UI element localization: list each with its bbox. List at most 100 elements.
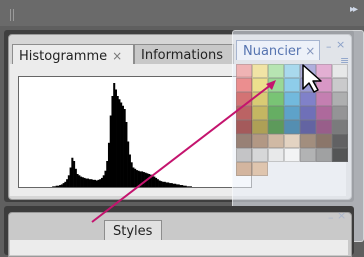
color-swatch[interactable]: [332, 148, 348, 162]
color-swatch[interactable]: [252, 106, 268, 120]
histogram-bar: [95, 180, 98, 187]
color-swatch[interactable]: [332, 78, 348, 92]
histogram-bar: [175, 184, 179, 187]
histogram-bar: [59, 185, 62, 187]
histogram-bar: [104, 170, 107, 187]
color-swatch[interactable]: [284, 134, 300, 148]
histogram-bar: [92, 179, 95, 187]
swatch-grid: [236, 64, 348, 182]
histogram-bar: [62, 183, 65, 187]
histogram-bar: [74, 168, 77, 187]
color-swatch[interactable]: [300, 134, 316, 148]
histogram-bar: [57, 185, 60, 187]
color-swatch[interactable]: [236, 78, 252, 92]
color-swatch[interactable]: [236, 120, 252, 134]
grip-handle[interactable]: [10, 9, 16, 21]
close-panel-icon[interactable]: ×: [336, 38, 345, 51]
color-swatch[interactable]: [316, 148, 332, 162]
color-swatch[interactable]: [284, 120, 300, 134]
minimize-icon[interactable]: –: [328, 211, 334, 224]
histogram-bar: [156, 179, 159, 187]
histogram-bar: [127, 141, 130, 187]
color-swatch[interactable]: [252, 148, 268, 162]
close-panel-icon[interactable]: ×: [337, 209, 346, 222]
color-swatch[interactable]: [236, 148, 252, 162]
color-swatch[interactable]: [252, 134, 268, 148]
color-swatch[interactable]: [300, 120, 316, 134]
color-swatch[interactable]: [284, 148, 300, 162]
color-swatch[interactable]: [268, 148, 284, 162]
color-swatch[interactable]: [268, 106, 284, 120]
color-swatch[interactable]: [300, 92, 316, 106]
color-swatch[interactable]: [268, 78, 284, 92]
histogram-bar: [146, 173, 149, 187]
histogram-bar: [128, 154, 131, 187]
color-swatch[interactable]: [236, 134, 252, 148]
color-swatch[interactable]: [268, 92, 284, 106]
color-swatch[interactable]: [252, 64, 268, 78]
color-swatch[interactable]: [332, 134, 348, 148]
histogram-bar: [158, 180, 161, 187]
tab-styles[interactable]: Styles: [104, 220, 162, 241]
color-swatch[interactable]: [284, 92, 300, 106]
histogram-bar: [184, 185, 187, 187]
histogram-bar: [94, 179, 97, 187]
color-swatch[interactable]: [252, 92, 268, 106]
close-icon[interactable]: ×: [305, 44, 315, 58]
color-swatch[interactable]: [316, 92, 332, 106]
histogram-bar: [149, 174, 152, 187]
dock-header: ▸▸: [0, 0, 364, 26]
histogram-bar: [71, 157, 74, 187]
mouse-cursor-icon: [302, 64, 322, 93]
tab-informations[interactable]: Informations: [134, 44, 234, 66]
color-swatch[interactable]: [332, 92, 348, 106]
bottom-panel-body: [10, 240, 348, 255]
color-swatch[interactable]: [268, 120, 284, 134]
color-swatch[interactable]: [268, 64, 284, 78]
histogram-bar: [83, 177, 86, 187]
histogram-bar: [123, 109, 126, 187]
histogram-bar: [125, 122, 128, 187]
color-swatch[interactable]: [284, 106, 300, 120]
histogram-bar: [53, 186, 56, 187]
color-swatch[interactable]: [252, 78, 268, 92]
color-swatch[interactable]: [316, 106, 332, 120]
color-swatch[interactable]: [284, 64, 300, 78]
histogram-bar: [116, 96, 119, 187]
color-swatch[interactable]: [332, 120, 348, 134]
histogram-bar: [170, 183, 173, 187]
tab-histogramme[interactable]: Histogramme ×: [12, 44, 134, 66]
histogram-bar: [113, 83, 116, 187]
histogram-bar: [179, 185, 182, 187]
color-swatch[interactable]: [268, 134, 284, 148]
color-swatch[interactable]: [236, 92, 252, 106]
color-swatch[interactable]: [316, 120, 332, 134]
close-icon[interactable]: ×: [112, 49, 122, 63]
color-swatch[interactable]: [252, 162, 268, 176]
color-swatch[interactable]: [316, 134, 332, 148]
color-swatch[interactable]: [252, 120, 268, 134]
histogram-bar: [88, 179, 91, 187]
tab-nuancier[interactable]: Nuancier ×: [236, 40, 320, 60]
histogram-bar: [85, 178, 88, 187]
histogram-bar: [144, 172, 147, 187]
color-swatch[interactable]: [284, 78, 300, 92]
histogram-bar: [142, 172, 145, 187]
collapse-icon[interactable]: ▸▸: [350, 4, 358, 15]
minimize-icon[interactable]: –: [326, 40, 332, 53]
color-swatch[interactable]: [236, 64, 252, 78]
histogram-bar: [80, 176, 83, 187]
color-swatch[interactable]: [300, 148, 316, 162]
histogram-area: [18, 76, 252, 188]
color-swatch[interactable]: [332, 106, 348, 120]
histogram-bar: [118, 99, 121, 187]
color-swatch[interactable]: [332, 64, 348, 78]
color-swatch[interactable]: [236, 162, 252, 176]
histogram-bar: [102, 175, 105, 187]
histogram-bar: [167, 182, 170, 187]
histogram-bar: [114, 89, 117, 187]
color-swatch[interactable]: [236, 106, 252, 120]
color-swatch[interactable]: [300, 106, 316, 120]
histogram-bar: [109, 115, 112, 187]
histogram-bar: [120, 102, 123, 187]
